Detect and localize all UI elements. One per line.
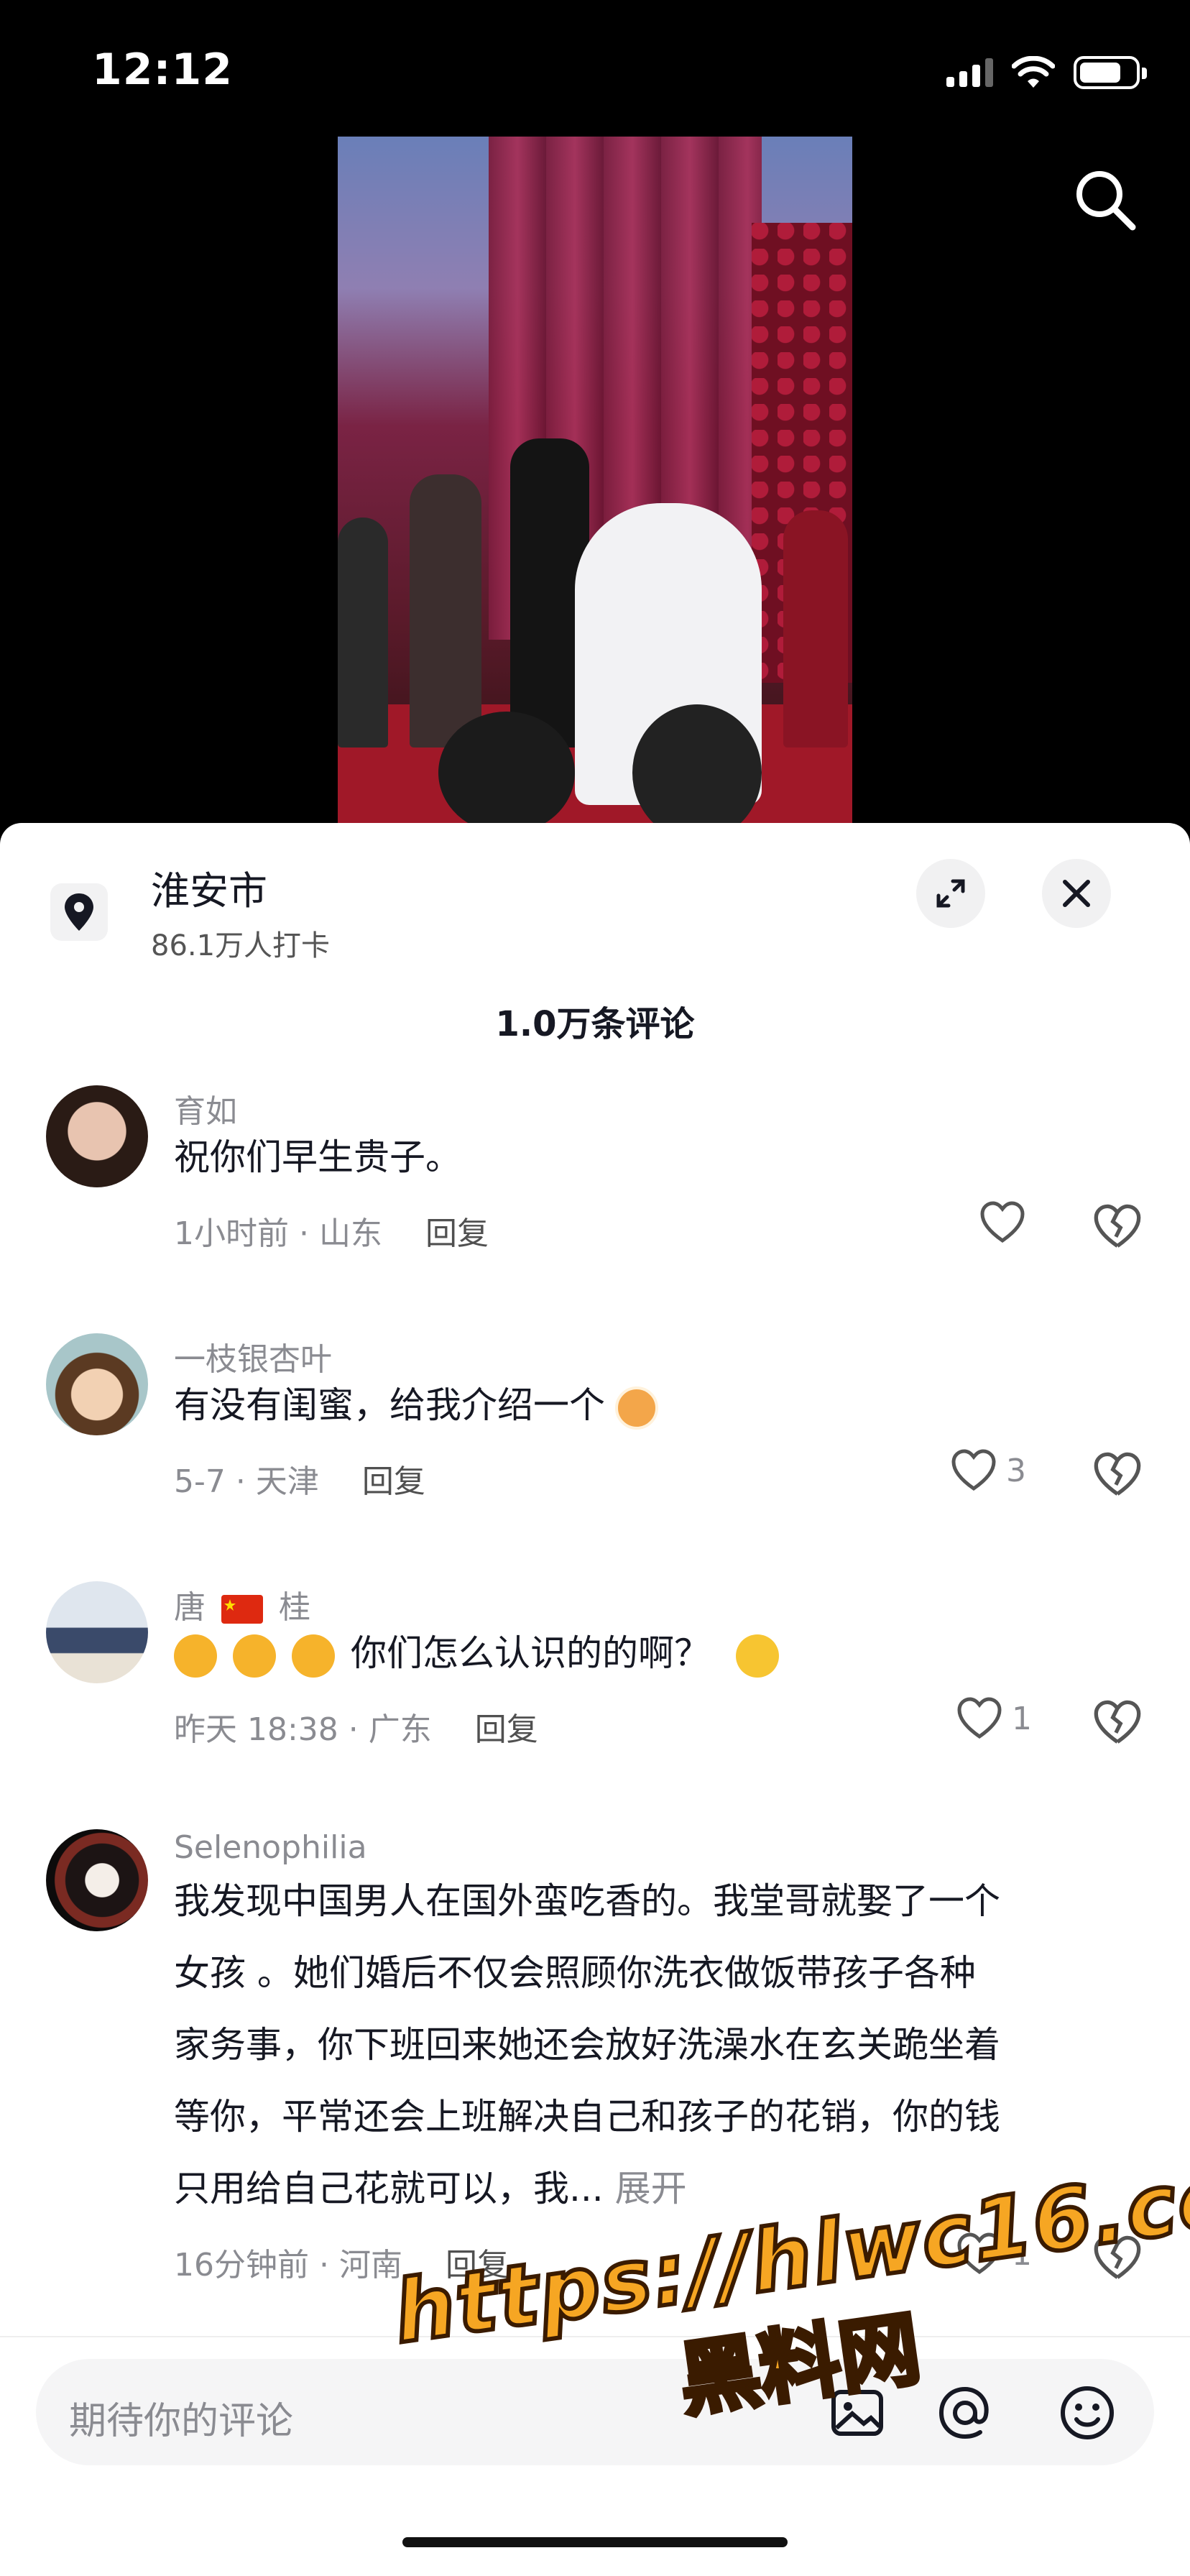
status-time: 12:12 (92, 45, 233, 95)
comment-input-placeholder: 期待你的评论 (69, 2400, 294, 2443)
video-audience (438, 712, 575, 827)
dog-emoji-icon (615, 1386, 658, 1430)
like-button[interactable]: 3 (950, 1448, 1026, 1493)
comment-text: 我发现中国男人在国外蛮吃香的。我堂哥就娶了一个 女孩 。她们婚后不仅会照顾你洗衣… (174, 1865, 1151, 2225)
wifi-icon (1012, 56, 1055, 88)
like-button[interactable]: 1 (956, 1696, 1032, 1741)
like-button[interactable] (979, 1200, 1035, 1245)
close-button[interactable] (1042, 859, 1111, 928)
comment-time-location: 昨天 18:38 · 广东 (174, 1711, 432, 1748)
expand-button[interactable] (916, 859, 985, 928)
video-frame[interactable] (338, 137, 852, 827)
location-name: 淮安市 (151, 868, 267, 914)
heart-icon (951, 1449, 996, 1491)
comment-text-line: 女孩 。她们婚后不仅会照顾你洗衣做饭带孩子各种 (174, 1952, 976, 1994)
video-person (338, 518, 388, 748)
comment-text: 你们怎么认识的的啊？ (174, 1617, 1151, 1689)
comment-text-line: 我发现中国男人在国外蛮吃香的。我堂哥就娶了一个 (174, 1880, 1000, 1922)
comment-text-line: 家务事，你下班回来她还会放好洗澡水在玄关跪坐着 (174, 2024, 1000, 2066)
cellular-signal-icon (946, 58, 993, 87)
comment-time-location: 16分钟前 · 河南 (174, 2247, 402, 2283)
comment-text-line-body: 只用给自己花就可以，我... (174, 2168, 604, 2209)
reply-button[interactable]: 回复 (475, 1711, 538, 1748)
comment-text: 有没有闺蜜，给我介绍一个 (174, 1369, 1151, 1441)
thumbs-up-emoji-icon (174, 1634, 217, 1678)
expand-icon (936, 879, 965, 908)
avatar[interactable] (46, 1085, 148, 1187)
video-person (410, 474, 481, 748)
comment-text-body: 有没有闺蜜，给我介绍一个 (174, 1384, 605, 1426)
close-icon (1063, 880, 1090, 907)
video-player[interactable] (0, 137, 1190, 827)
location-checkins: 86.1万人打卡 (151, 929, 331, 962)
comment-meta: 1小时前 · 山东 回复 (174, 1208, 489, 1254)
comment-text-line: 等你，平常还会上班解决自己和孩子的花销，你的钱 (174, 2096, 1000, 2138)
broken-heart-icon[interactable] (1092, 1450, 1143, 1500)
broken-heart-icon[interactable] (1092, 1698, 1143, 1748)
comment-username[interactable]: Selenophilia (174, 1829, 367, 1866)
heart-icon (980, 1201, 1025, 1243)
avatar[interactable] (46, 1581, 148, 1683)
comment-count: 1.0万条评论 (495, 1004, 695, 1044)
comment-meta: 5-7 · 天津 回复 (174, 1455, 425, 1501)
like-count: 1 (1012, 1700, 1032, 1737)
expand-comment-link[interactable]: 展开 (615, 2168, 687, 2209)
comment-meta: 昨天 18:38 · 广东 回复 (174, 1703, 538, 1749)
video-person (783, 510, 848, 748)
like-count: 3 (1006, 1452, 1026, 1489)
comment-time-location: 1小时前 · 山东 (174, 1215, 382, 1252)
thumbs-up-emoji-icon (233, 1634, 276, 1678)
reply-button[interactable]: 回复 (362, 1463, 425, 1500)
avatar[interactable] (46, 1333, 148, 1435)
location-row[interactable]: 淮安市 86.1万人打卡 (43, 859, 1150, 967)
comment-time-location: 5-7 · 天津 (174, 1463, 319, 1500)
battery-icon (1074, 56, 1147, 89)
thumbs-up-emoji-icon (292, 1634, 335, 1678)
avatar[interactable] (46, 1829, 148, 1931)
comment-text-body: 你们怎么认识的的啊？ (351, 1632, 710, 1674)
status-icons (946, 56, 1147, 89)
reply-button[interactable]: 回复 (425, 1215, 489, 1252)
search-icon[interactable] (1071, 165, 1140, 234)
comment-text: 祝你们早生贵子。 (174, 1136, 461, 1178)
broken-heart-icon[interactable] (1092, 1202, 1143, 1252)
heart-icon (957, 1697, 1002, 1739)
status-bar: 12:12 (0, 0, 1190, 137)
location-pin-icon (50, 883, 108, 941)
worried-face-emoji-icon (736, 1634, 779, 1678)
